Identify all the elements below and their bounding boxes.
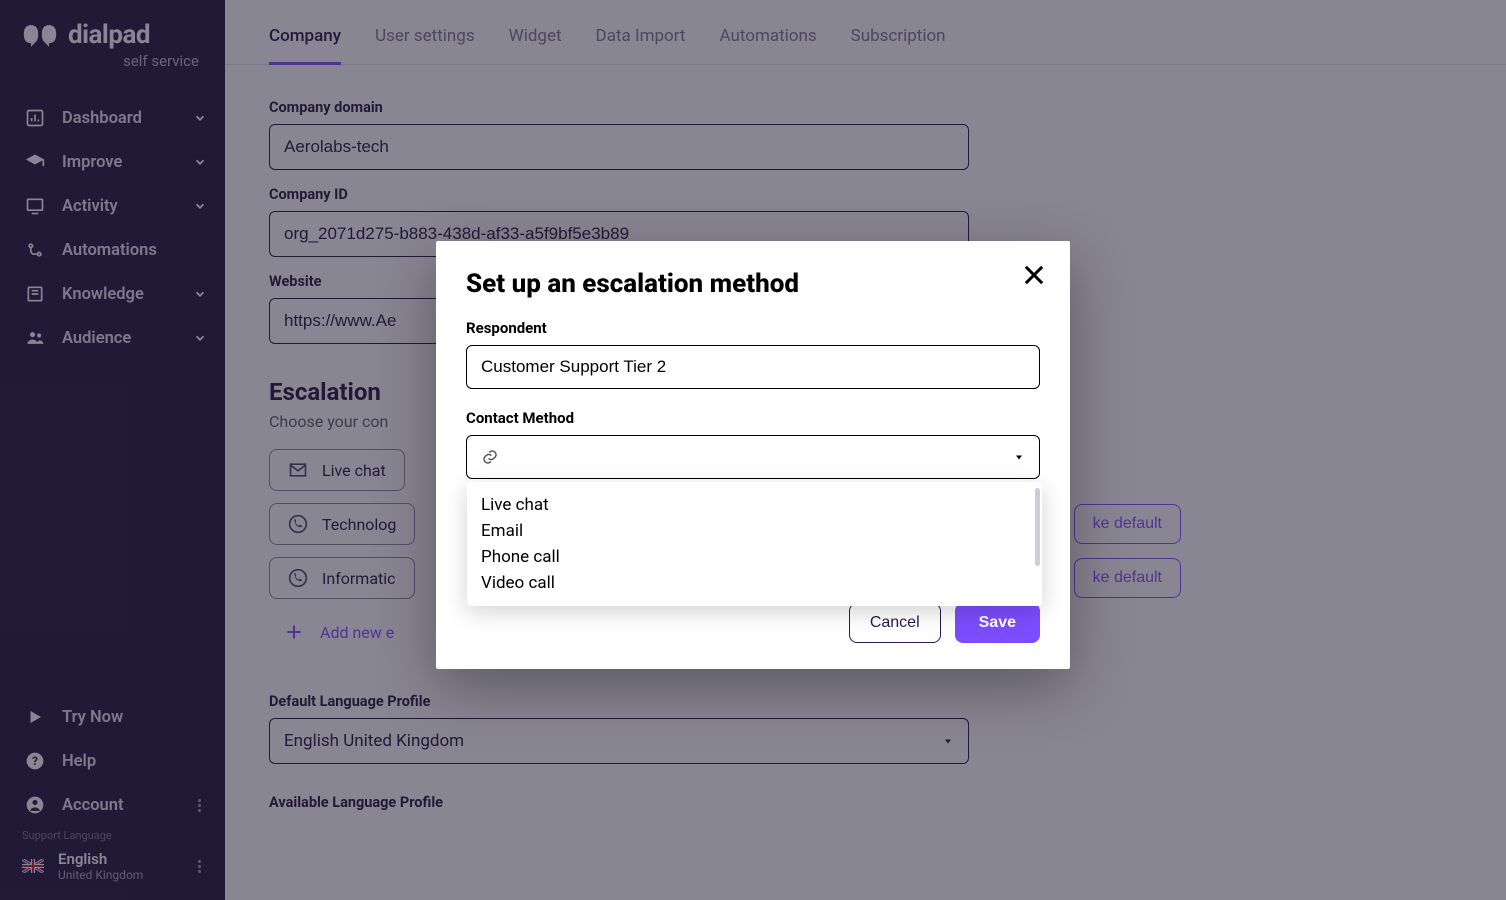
close-button[interactable] — [1020, 261, 1048, 289]
modal-overlay: Set up an escalation method Respondent C… — [0, 0, 1506, 900]
dropdown-option[interactable]: Video call — [467, 570, 1042, 596]
respondent-input[interactable] — [466, 345, 1040, 389]
link-icon — [481, 448, 499, 466]
save-button[interactable]: Save — [955, 603, 1040, 643]
contact-method-dropdown: Live chat Email Phone call Video call — [467, 482, 1042, 606]
escalation-modal: Set up an escalation method Respondent C… — [436, 241, 1070, 669]
dropdown-option[interactable]: Email — [467, 518, 1042, 544]
cancel-button[interactable]: Cancel — [849, 603, 941, 643]
respondent-label: Respondent — [466, 319, 1040, 337]
dropdown-option[interactable]: Live chat — [467, 492, 1042, 518]
dropdown-option[interactable]: Phone call — [467, 544, 1042, 570]
contact-method-label: Contact Method — [466, 409, 1040, 427]
contact-method-select[interactable]: Live chat Email Phone call Video call — [466, 435, 1040, 479]
caret-down-icon — [1013, 451, 1025, 463]
modal-title: Set up an escalation method — [466, 269, 1040, 299]
scrollbar[interactable] — [1035, 488, 1040, 566]
